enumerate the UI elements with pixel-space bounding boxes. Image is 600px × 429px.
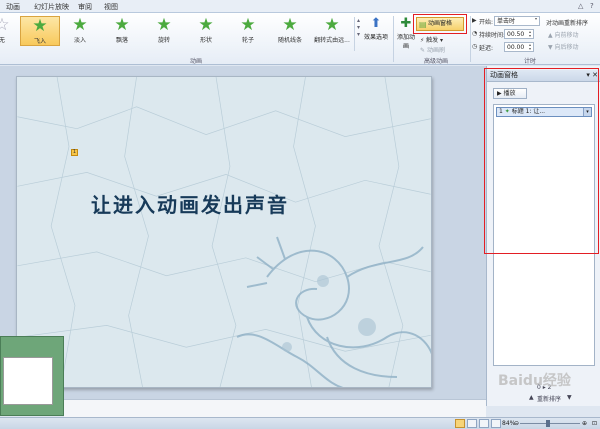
reorder-down-icon[interactable]: ▼ [567,394,572,401]
dragon-decoration [236,236,431,387]
effect-label: 飞入 [33,38,46,45]
star-icon: ★ [156,15,172,35]
animation-painter-label: 动画刷 [426,47,445,54]
animation-painter-button[interactable]: ✎ 动画刷 [420,45,445,54]
gallery-scroll[interactable]: ▴ ▾ ▾ [354,17,362,51]
animation-order-tag[interactable]: 1 [71,149,78,156]
move-later-button[interactable]: ▼ 向后移动 [548,42,579,51]
slide-title[interactable]: 让进入动画发出声音 [91,189,289,218]
normal-view-button[interactable] [455,419,465,428]
slide-sorter-view-button[interactable] [467,419,477,428]
zoom-slider[interactable] [520,423,580,424]
effect-options-label: 效果选项 [363,34,388,41]
group-separator [470,16,471,62]
slideshow-view-button[interactable] [491,419,501,428]
up-arrow-icon: ⬆ [370,16,382,31]
minimize-ribbon-icon[interactable]: △ [578,2,583,10]
delay-value: 00.00 [507,44,525,51]
star-icon: ★ [198,15,214,35]
star-icon: ★ [282,15,298,35]
effect-label: 形状 [199,37,212,44]
effect-none[interactable]: ☆ 无 [0,16,22,44]
watermark: Baidu经验 [498,373,571,389]
effect-label: 淡入 [73,37,86,44]
tab-slideshow[interactable]: 幻灯片放映 [34,2,69,12]
effect-none-icon: ☆ [0,15,10,35]
effect-float[interactable]: ★ 飘落 [102,16,142,44]
effect-options-button[interactable]: ⬆ 效果选项 [362,16,390,41]
notes-area[interactable] [64,399,486,417]
delay-label: 延迟: [479,45,494,52]
star-icon: ★ [240,15,256,35]
fit-slide-icon[interactable]: ⊡ [592,418,597,429]
effect-label: 飘落 [115,37,128,44]
duration-icon: ◔ [472,30,478,37]
effect-label: 轮子 [241,37,254,44]
zoom-slider-knob[interactable] [546,420,550,427]
tab-animation[interactable]: 动画 [6,2,20,12]
slide-thumbnail-panel[interactable] [0,336,64,416]
group-label-advanced: 高级动画 [424,58,449,65]
move-earlier-button[interactable]: ▲ 向前移动 [548,30,579,39]
duration-value: 00.50 [507,31,525,38]
effect-label: 无 [0,37,5,44]
add-animation-icon: ✚ [400,16,412,31]
delay-icon: ◷ [472,43,478,50]
reorder-up-icon[interactable]: ▲ [529,394,534,401]
start-icon: ▶ [472,17,477,24]
star-icon: ★ [72,15,88,35]
add-animation-label: 添加动画 [396,34,415,50]
help-icon[interactable]: ? [590,2,594,10]
dropdown-arrow-icon: ▾ [534,16,537,21]
ribbon: ☆ 无 ★ 飞入 ★ 淡入 ★ 飘落 ★ 旋转 ★ 形状 ★ 轮子 ★ 随机线条… [0,13,600,65]
trigger-label: 触发 [426,37,439,44]
tab-view[interactable]: 视图 [104,2,118,12]
star-icon: ★ [114,15,130,35]
start-label: 开始: [479,19,494,26]
highlight-box [413,14,467,34]
zoom-in-icon[interactable]: ⊕ [582,418,587,429]
star-icon: ★ [324,15,340,35]
effect-label: 翻转式由远... [314,37,350,44]
delay-spinner[interactable]: 00.00 ▴ ▾ [504,42,534,52]
slide-thumbnail[interactable] [3,357,53,405]
reorder-label: 对动画重新排序 [546,20,589,27]
group-label-animation: 动画 [190,58,203,65]
tab-review[interactable]: 审阅 [78,2,92,12]
duration-label: 持续时间: [479,32,506,39]
group-separator [393,16,394,62]
status-bar: 84% ⊖ ⊕ ⊡ [0,417,600,429]
start-select[interactable]: 单击时 ▾ [494,16,540,26]
effect-wheel[interactable]: ★ 轮子 [228,16,268,44]
effect-fade[interactable]: ★ 淡入 [60,16,100,44]
spinner-arrows-icon: ▴ ▾ [528,42,531,51]
group-label-timing: 计时 [524,58,537,65]
trigger-button[interactable]: ⚡ 触发 ▾ [420,35,443,44]
effect-random-bars[interactable]: ★ 随机线条 [270,16,310,44]
effect-fly-in[interactable]: ★ 飞入 [20,16,60,46]
effect-rotate[interactable]: ★ 旋转 [144,16,184,44]
spinner-arrows-icon: ▴ ▾ [528,29,531,38]
reorder-label: 重新排序 [537,396,562,403]
effect-label: 随机线条 [277,37,302,44]
reading-view-button[interactable] [479,419,489,428]
effect-label: 旋转 [157,37,170,44]
zoom-out-icon[interactable]: ⊖ [514,418,519,429]
duration-spinner[interactable]: 00.50 ▴ ▾ [504,29,534,39]
start-value: 单击时 [497,18,516,25]
effect-shape[interactable]: ★ 形状 [186,16,226,44]
effect-grow-turn[interactable]: ★ 翻转式由远... [312,16,352,44]
star-icon: ★ [32,16,48,36]
slide-canvas[interactable]: 1 让进入动画发出声音 [16,76,432,388]
ribbon-tab-bar: 动画 幻灯片放映 审阅 视图 △ ? [0,0,600,13]
highlight-box [484,68,599,254]
